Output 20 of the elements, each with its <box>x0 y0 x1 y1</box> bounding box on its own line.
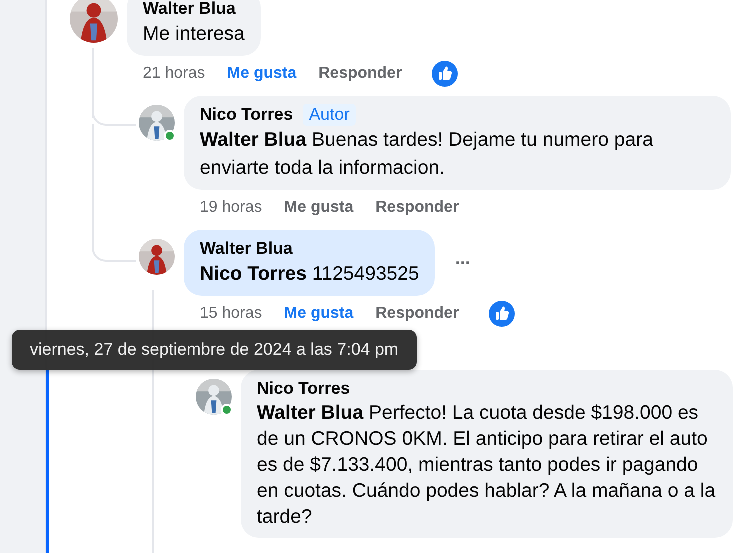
reply-link[interactable]: Responder <box>318 65 402 83</box>
comment-time[interactable]: 19 horas <box>200 199 262 217</box>
like-link[interactable]: Me gusta <box>227 65 297 83</box>
comment-time[interactable]: 15 horas <box>200 305 262 323</box>
author-name[interactable]: Walter Blua <box>143 0 236 20</box>
author-name[interactable]: Nico Torres <box>257 378 350 400</box>
author-name[interactable]: Nico Torres <box>200 104 294 126</box>
comment-text: Nico Torres 1125493525 <box>200 262 420 287</box>
comment-text: Walter Blua Perfecto! La cuota desde $198.000 es de un CRONOS 0KM. El anticipo para retirar el auto es de $7.133.400, mientras tanto podes ir pagando en cuotas. Cuándo podes hablar? A la mañana o a la tarde? <box>257 401 717 530</box>
more-options-button[interactable]: ··· <box>455 252 470 274</box>
reply-link[interactable]: Responder <box>376 305 460 323</box>
comment-text: Walter Blua Buenas tardes! Dejame tu numero para enviarte toda la informacion. <box>200 128 654 181</box>
comment-time[interactable]: 21 horas <box>143 65 206 83</box>
like-link[interactable]: Me gusta <box>284 305 354 323</box>
date-tooltip: viernes, 27 de septiembre de 2024 a las 7:04 pm <box>12 330 417 370</box>
author-badge: Autor <box>303 104 356 126</box>
comment-text: Me interesa <box>143 22 245 47</box>
author-name[interactable]: Walter Blua <box>200 238 293 260</box>
like-link[interactable]: Me gusta <box>284 199 354 217</box>
reply-link[interactable]: Responder <box>376 199 460 217</box>
